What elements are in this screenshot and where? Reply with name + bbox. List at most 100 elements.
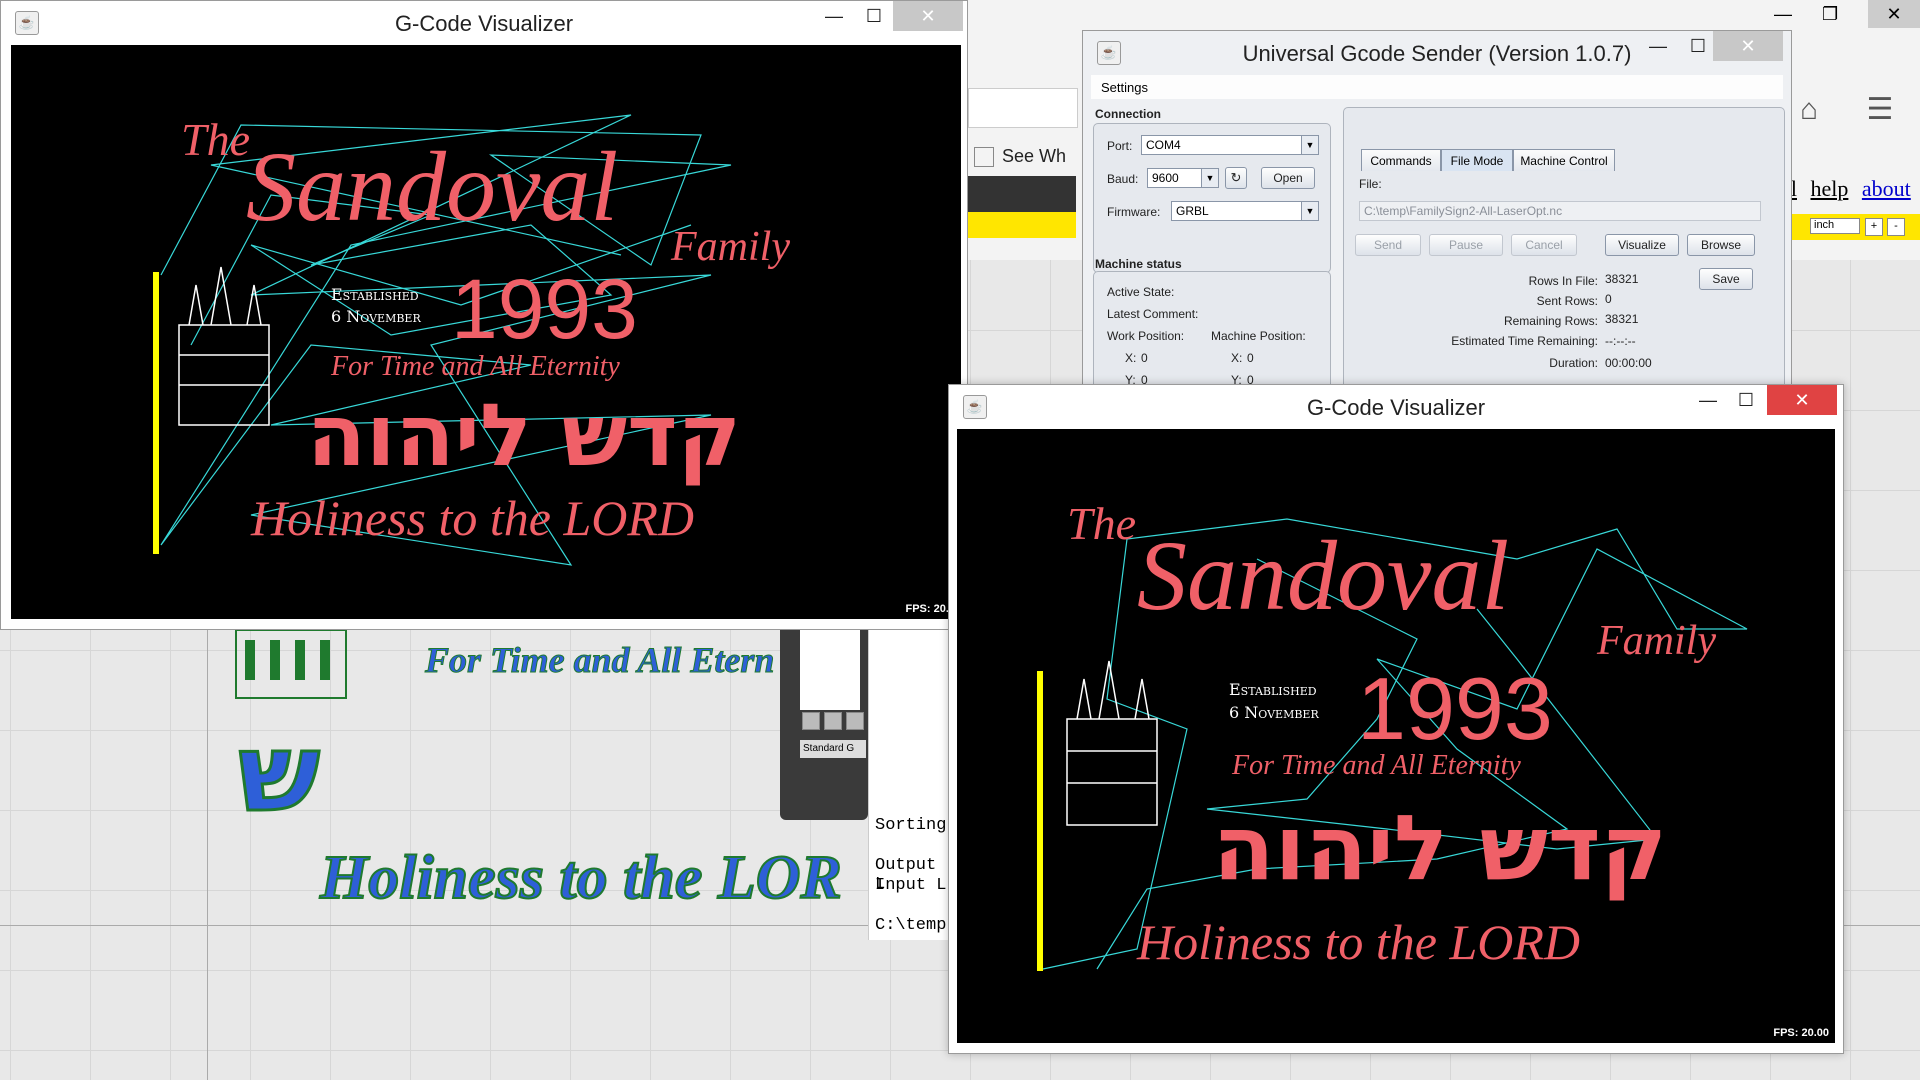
dark-toolbar <box>968 176 1076 212</box>
send-button[interactable]: Send <box>1355 234 1421 256</box>
maximize-icon[interactable]: ☐ <box>859 1 889 31</box>
tab-machine-control[interactable]: Machine Control <box>1513 149 1615 171</box>
maximize-icon[interactable]: ☐ <box>1683 31 1713 61</box>
title-bar[interactable]: ☕ G-Code Visualizer — ☐ ✕ <box>1 1 967 45</box>
yellow-toolbar <box>968 212 1076 238</box>
machine-marker <box>153 272 159 554</box>
title-bar[interactable]: ☕ Universal Gcode Sender (Version 1.0.7)… <box>1083 31 1791 75</box>
connection-title: Connection <box>1095 107 1161 121</box>
browse-button[interactable]: Browse <box>1687 234 1755 256</box>
minimize-icon[interactable]: — <box>819 1 849 31</box>
art-date: 6 November <box>1229 703 1319 722</box>
machine-x-value: 0 <box>1247 351 1254 365</box>
link-help[interactable]: help <box>1811 176 1849 201</box>
latest-comment-label: Latest Comment: <box>1107 307 1199 321</box>
menu-bar: Settings <box>1091 75 1783 99</box>
port-select[interactable]: COM4 ▼ <box>1141 135 1319 155</box>
menu-settings[interactable]: Settings <box>1101 80 1148 95</box>
machine-marker <box>1037 671 1043 971</box>
file-label: File: <box>1359 177 1382 191</box>
design-hebrew: ש ליהוה <box>230 711 320 836</box>
temple-icon <box>235 629 347 699</box>
unit-toolbar: inch + - <box>1775 214 1920 240</box>
art-hebrew: קדש ליהוה <box>1213 796 1667 901</box>
sent-rows-value: 0 <box>1605 292 1612 306</box>
gcode-visualizer-window: ☕ G-Code Visualizer — ☐ ✕ The Sandoval F… <box>0 0 968 630</box>
art-year: 1993 <box>1357 659 1553 758</box>
control-panel: Standard G <box>780 620 868 820</box>
art-hebrew: קדש ליהוה <box>307 386 741 486</box>
est-time-value: --:--:-- <box>1605 334 1636 348</box>
art-year: 1993 <box>451 262 638 356</box>
grid-divider <box>207 620 208 1080</box>
cancel-button[interactable]: Cancel <box>1511 234 1577 256</box>
console-line: C:\temp <box>875 916 947 935</box>
refresh-icon[interactable]: ↻ <box>1225 167 1247 189</box>
remaining-rows-label: Remaining Rows: <box>1503 314 1598 328</box>
panel-button[interactable] <box>802 712 820 730</box>
duration-label: Duration: <box>1549 356 1598 370</box>
link-about[interactable]: about <box>1862 176 1911 201</box>
art-holiness: Holiness to the LORD <box>250 490 694 546</box>
panel-button[interactable] <box>824 712 842 730</box>
baud-select[interactable]: 9600 ▼ <box>1147 168 1219 188</box>
pause-button[interactable]: Pause <box>1429 234 1503 256</box>
toolpath-render: The Sandoval Family Established 6 Novemb… <box>153 114 790 566</box>
console-line: Sorting <box>875 816 947 835</box>
close-icon[interactable]: ✕ <box>1868 0 1920 28</box>
work-x-label: X: <box>1125 351 1137 365</box>
rows-in-file-label: Rows In File: <box>1528 274 1598 288</box>
save-button[interactable]: Save <box>1699 268 1753 290</box>
design-holiness: Holiness to the LOR <box>319 844 842 912</box>
zoom-out-button[interactable]: - <box>1887 218 1905 236</box>
machine-status-title: Machine status <box>1095 257 1182 271</box>
machine-x-label: X: <box>1231 351 1243 365</box>
tab-file-mode[interactable]: File Mode <box>1441 149 1513 171</box>
checkbox[interactable] <box>974 147 994 168</box>
unit-select[interactable]: inch <box>1810 218 1860 234</box>
minimize-icon[interactable]: — <box>1643 31 1673 61</box>
console-output: Sorting Output L Input L C:\temp <box>868 620 949 940</box>
chevron-down-icon: ▼ <box>1201 169 1218 187</box>
firmware-select[interactable]: GRBL ▼ <box>1171 201 1319 221</box>
remaining-rows-value: 38321 <box>1605 312 1639 326</box>
gcode-visualizer-window-2: ☕ G-Code Visualizer — ☐ ✕ The Sandoval F… <box>948 384 1844 1054</box>
art-date: 6 November <box>331 307 421 326</box>
chevron-down-icon: ▼ <box>1301 136 1318 154</box>
file-path-field[interactable]: C:\temp\FamilySign2-All-LaserOpt.nc <box>1359 201 1761 221</box>
art-motto: For Time and All Eternity <box>330 351 620 382</box>
minimize-icon[interactable]: — <box>1693 385 1723 415</box>
restore-icon[interactable]: ❐ <box>1822 4 1838 25</box>
browser-window-controls: — ❐ ✕ <box>1760 0 1920 32</box>
tab-commands[interactable]: Commands <box>1361 149 1441 171</box>
visualizer-canvas[interactable]: The Sandoval Family Established 6 Novemb… <box>957 429 1835 1043</box>
address-bar[interactable] <box>968 88 1078 128</box>
open-button[interactable]: Open <box>1261 167 1315 189</box>
est-time-label: Estimated Time Remaining: <box>1451 334 1598 348</box>
art-name: Sandoval <box>246 131 618 242</box>
duration-value: 00:00:00 <box>1605 356 1652 370</box>
maximize-icon[interactable]: ☐ <box>1731 385 1761 415</box>
menu-icon[interactable]: ☰ <box>1866 93 1893 126</box>
machine-position-label: Machine Position: <box>1211 329 1306 343</box>
close-icon[interactable]: ✕ <box>1767 385 1837 415</box>
temple-icon <box>1066 660 1158 826</box>
close-icon[interactable]: ✕ <box>893 1 963 31</box>
active-state-label: Active State: <box>1107 285 1175 299</box>
help-links: ial help about <box>1775 176 1919 202</box>
close-icon[interactable]: ✕ <box>1713 31 1783 61</box>
art-family: Family <box>670 224 790 270</box>
title-bar[interactable]: ☕ G-Code Visualizer — ☐ ✕ <box>949 385 1843 429</box>
visualizer-canvas[interactable]: The Sandoval Family Established 6 Novemb… <box>11 45 961 619</box>
rows-in-file-value: 38321 <box>1605 272 1639 286</box>
see-whats-new-option[interactable]: See Wh <box>968 146 1066 168</box>
minimize-icon[interactable]: — <box>1774 4 1792 25</box>
visualize-button[interactable]: Visualize <box>1605 234 1679 256</box>
preview-box <box>800 630 860 710</box>
art-the: The <box>181 114 250 165</box>
browser-icons: ⌂ ☰ <box>1800 92 1893 127</box>
home-icon[interactable]: ⌂ <box>1800 93 1818 126</box>
art-holiness: Holiness to the LORD <box>1136 914 1580 970</box>
zoom-in-button[interactable]: + <box>1865 218 1883 236</box>
panel-button[interactable] <box>846 712 864 730</box>
